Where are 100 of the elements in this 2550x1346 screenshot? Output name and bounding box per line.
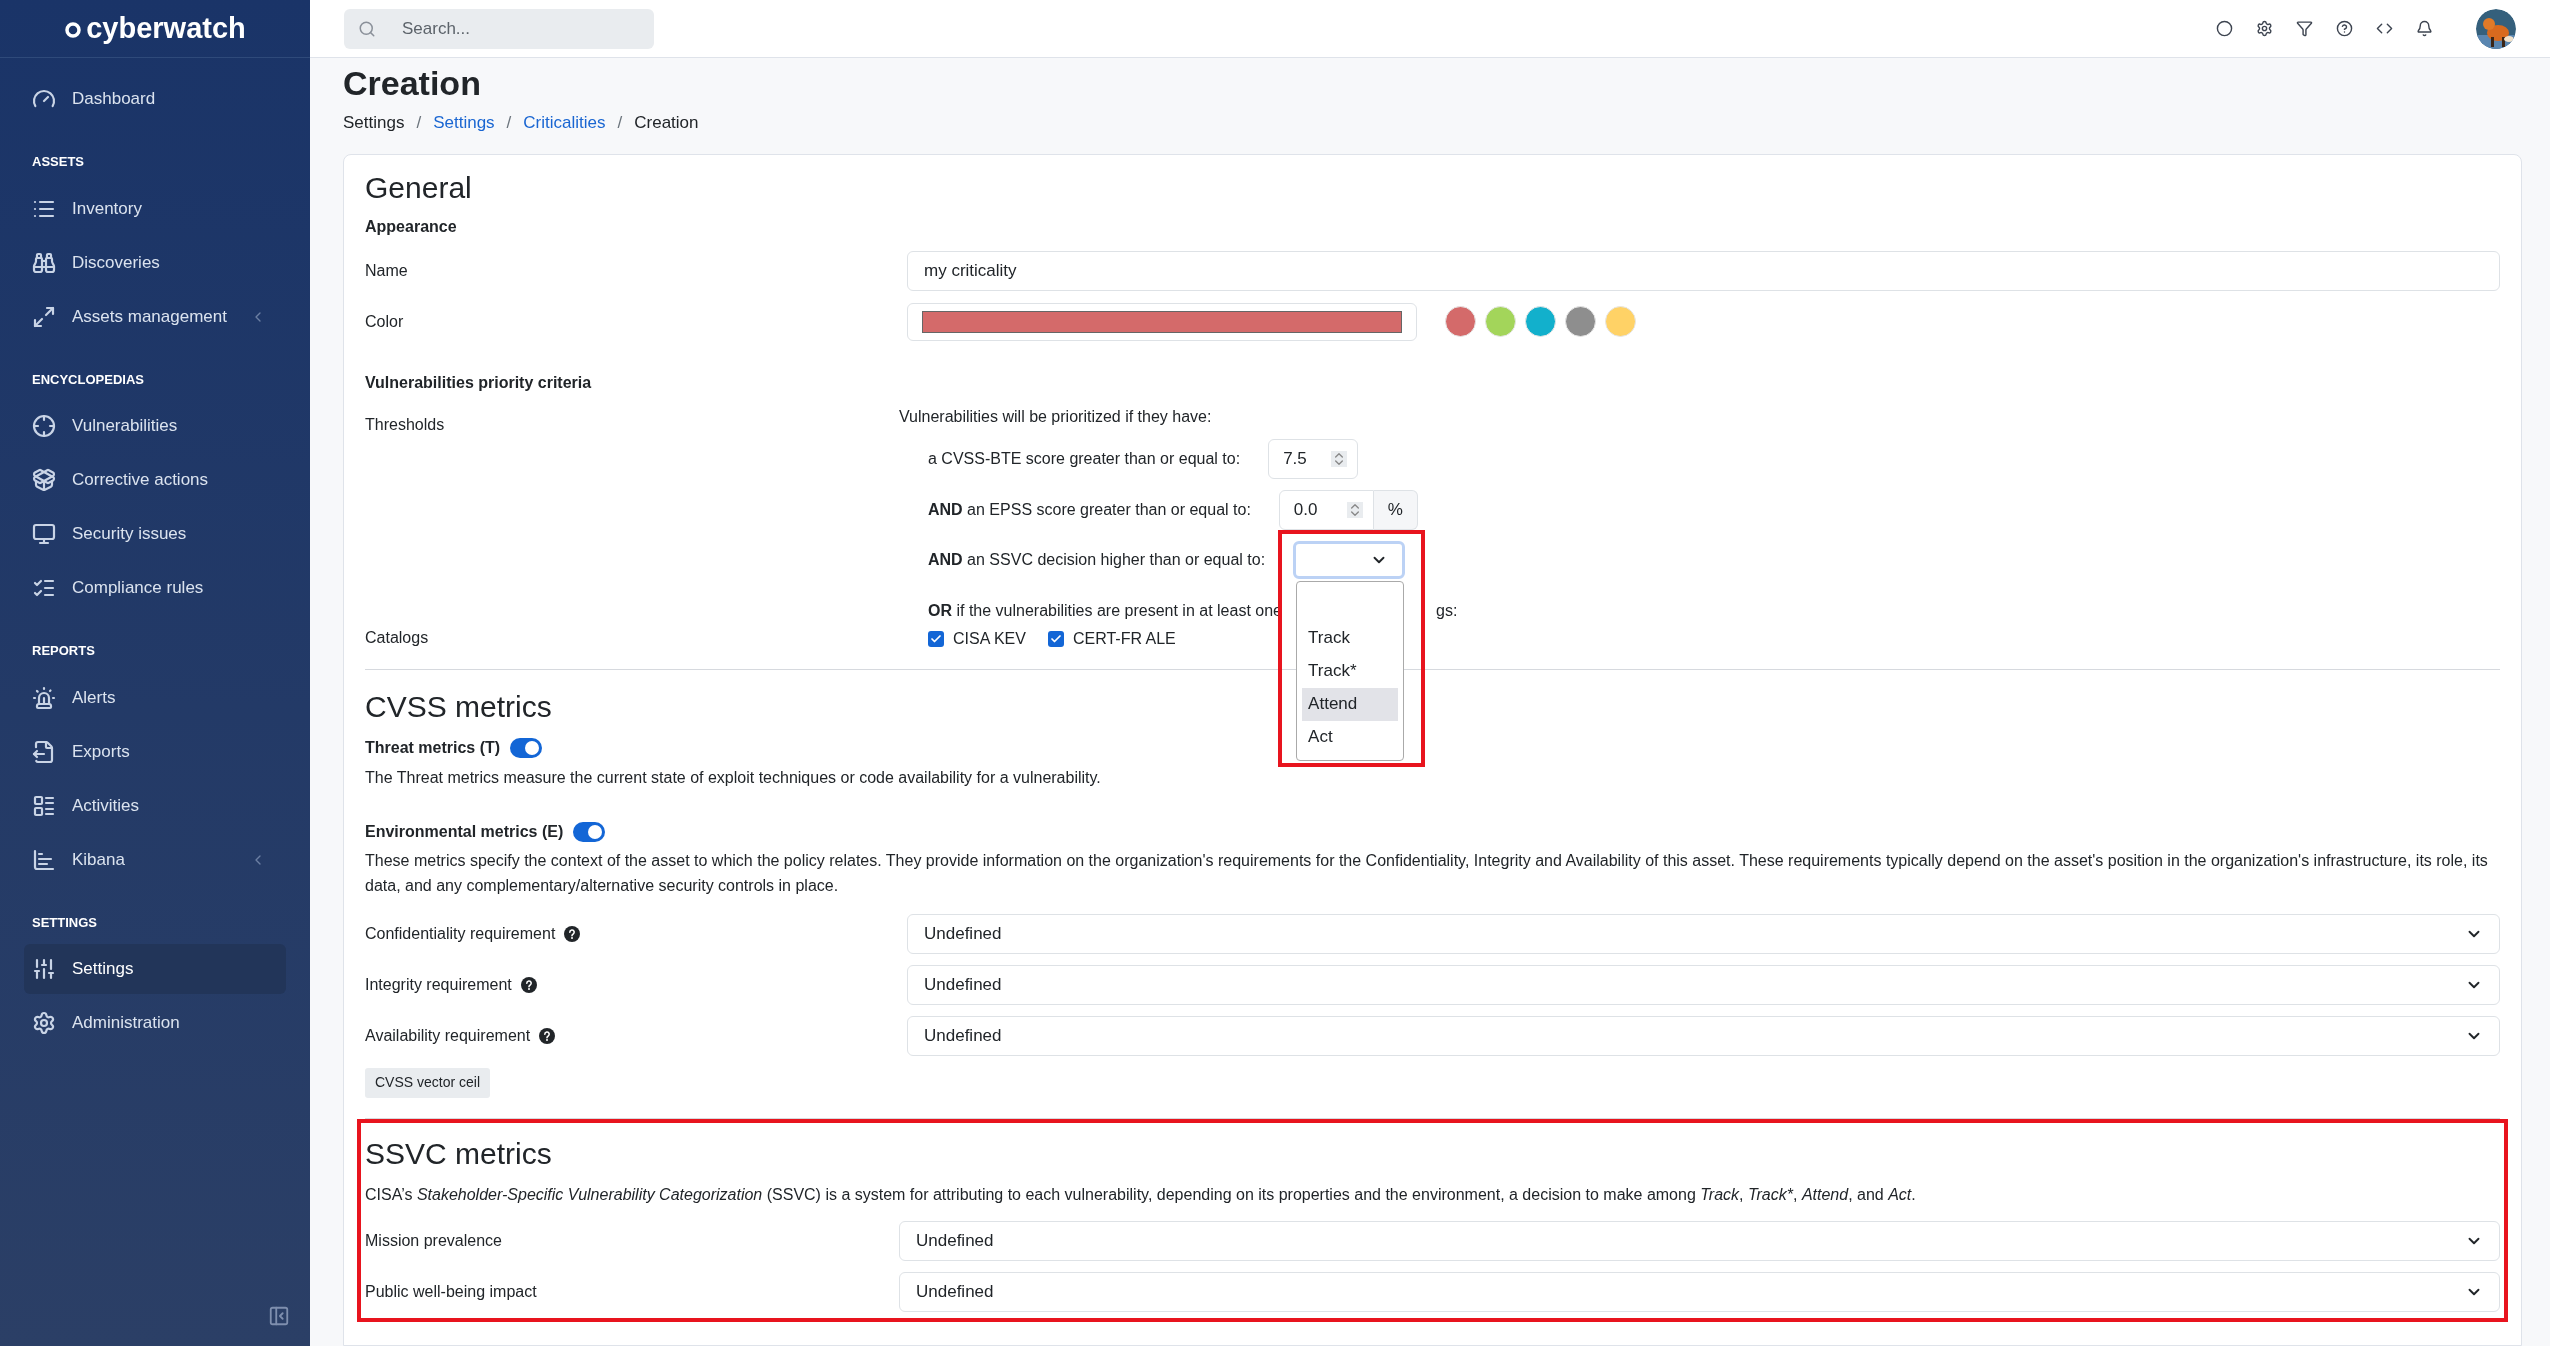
- checkbox[interactable]: [928, 630, 944, 647]
- section-title: SSVC metrics: [365, 1135, 553, 1169]
- subsection-title: Appearance: [365, 216, 458, 237]
- description-text: CISA’s Stakeholder-Specific Vulnerability Categorization (SSVC) is a system for attributing to each vulnerability, depending on its properties and the environment, a decision to make among Track, Track*, Attend, and Act.: [365, 1184, 1917, 1205]
- siren-icon: [32, 685, 56, 710]
- section-title: CVSS metrics: [365, 691, 552, 722]
- subsection-title: Vulnerabilities priority criteria: [365, 372, 593, 393]
- requirement-select[interactable]: Undefined: [907, 913, 2500, 954]
- breadcrumb-separator: /: [506, 112, 512, 134]
- notifications-icon[interactable]: [2416, 20, 2433, 37]
- field-label: Color: [365, 311, 405, 332]
- breadcrumb-link[interactable]: Criticalities: [523, 110, 606, 136]
- logo-icon: [64, 19, 83, 38]
- section-heading: REPORTS: [31, 642, 96, 660]
- help-icon[interactable]: [520, 976, 537, 993]
- unit-addon: %: [1373, 489, 1418, 530]
- target-icon: [32, 414, 56, 438]
- section-title: General: [365, 172, 473, 203]
- diagonal-arrows-icon: [32, 304, 56, 329]
- dropdown-option[interactable]: Attend: [1302, 687, 1399, 721]
- checkbox[interactable]: [1047, 630, 1064, 647]
- filter-icon[interactable]: [2296, 20, 2313, 37]
- help-icon[interactable]: [2336, 20, 2353, 37]
- sidebar-item[interactable]: Corrective actions: [24, 455, 286, 505]
- number-field[interactable]: 7.5: [1268, 438, 1359, 479]
- box-icon: [32, 468, 56, 492]
- sidebar-item[interactable]: Dashboard: [24, 74, 286, 124]
- breadcrumb-separator: /: [617, 112, 623, 134]
- field-label: Availability requirement: [365, 1025, 531, 1046]
- help-icon[interactable]: [539, 1027, 556, 1044]
- color-field[interactable]: [907, 302, 1417, 341]
- intro-text: Vulnerabilities will be prioritized if they have:: [899, 406, 1213, 427]
- gear-icon: [32, 1011, 56, 1035]
- sidebar-item[interactable]: Settings: [24, 944, 286, 994]
- sliders-icon: [32, 957, 56, 981]
- binoculars-icon: [32, 250, 56, 275]
- toggle-label: Threat metrics (T): [365, 737, 501, 758]
- sidebar-item[interactable]: Vulnerabilities: [24, 401, 286, 451]
- sidebar-item[interactable]: Discoveries: [24, 237, 286, 288]
- name-field[interactable]: my criticality: [907, 250, 2500, 291]
- requirement-select[interactable]: Undefined: [907, 1015, 2500, 1056]
- sidebar-item[interactable]: Administration: [24, 998, 286, 1048]
- toggle-switch[interactable]: [510, 737, 543, 758]
- checkbox-label: CISA KEV: [953, 628, 1026, 649]
- field-label: Catalogs: [365, 627, 430, 648]
- breadcrumb-item: Creation: [634, 112, 699, 134]
- collapse-sidebar-icon[interactable]: [268, 1305, 290, 1327]
- help-icon[interactable]: [564, 925, 581, 942]
- ssvc-select[interactable]: Undefined: [899, 1220, 2500, 1261]
- settings-icon[interactable]: [2256, 20, 2273, 37]
- criterion-label: a CVSS-BTE score greater than or equal to:: [928, 448, 1241, 469]
- field-label: Integrity requirement: [365, 974, 512, 995]
- circle-icon[interactable]: [2216, 20, 2233, 37]
- cvss-vector-ceil-button[interactable]: CVSS vector ceil: [365, 1067, 491, 1098]
- requirement-select[interactable]: Undefined: [907, 964, 2500, 1005]
- field-label: Name: [365, 260, 409, 281]
- color-swatch[interactable]: [1525, 306, 1556, 337]
- catalogs-text: gs:: [1436, 600, 1458, 621]
- dropdown-option[interactable]: Act: [1302, 720, 1399, 754]
- color-swatch[interactable]: [1565, 306, 1596, 337]
- sidebar-item[interactable]: Alerts: [24, 672, 286, 723]
- check-icon: [930, 632, 942, 645]
- logo-text: cyberwatch: [86, 14, 246, 43]
- breadcrumb-separator: /: [416, 112, 422, 134]
- field-label: Thresholds: [365, 414, 446, 435]
- toggle-switch[interactable]: [573, 821, 606, 842]
- criterion-label: AND an SSVC decision higher than or equal to:: [928, 549, 1266, 570]
- dropdown-option[interactable]: Track: [1302, 621, 1399, 655]
- section-heading: ENCYCLOPEDIAS: [31, 370, 145, 389]
- color-swatch[interactable]: [1605, 306, 1636, 337]
- list-icon: [32, 793, 56, 818]
- sidebar-item[interactable]: Activities: [24, 780, 286, 831]
- file-export-icon: [32, 739, 56, 764]
- number-field[interactable]: 0.0: [1278, 489, 1374, 530]
- sidebar-item[interactable]: Assets management: [24, 291, 286, 342]
- field-label: Confidentiality requirement: [365, 923, 556, 944]
- criterion-label: AND an EPSS score greater than or equal to:: [928, 499, 1251, 520]
- field-label: Mission prevalence: [365, 1230, 503, 1251]
- description-text: These metrics specify the context of the asset to which the policy relates. They provide information on the organization's requirements for the Confidentiality, Integrity and Availability of this asset. These requirements typically depend on the asset's position in the organization's infrastructure, its role, its data, and any complementary/alternative security controls in place.: [365, 850, 2489, 896]
- color-swatch[interactable]: [1485, 306, 1516, 337]
- section-heading: ASSETS: [31, 153, 85, 171]
- spinner-icon[interactable]: [1331, 450, 1348, 467]
- color-swatch[interactable]: [1445, 306, 1476, 337]
- search-field[interactable]: Search...: [344, 8, 654, 49]
- sidebar-item[interactable]: Compliance rules: [24, 563, 286, 613]
- section-heading: SETTINGS: [31, 913, 98, 932]
- sidebar-item[interactable]: Security issues: [24, 509, 286, 559]
- page-title: Creation: [343, 66, 482, 100]
- ssvc-select[interactable]: Undefined: [899, 1271, 2500, 1312]
- spinner-icon[interactable]: [1346, 501, 1363, 518]
- bar-chart-icon: [32, 847, 56, 872]
- sidebar-item[interactable]: Kibana: [24, 834, 286, 885]
- breadcrumb-item: Settings: [343, 112, 405, 134]
- toggle-label: Environmental metrics (E): [365, 821, 564, 842]
- breadcrumb-link[interactable]: Settings: [433, 110, 495, 136]
- sidebar-item[interactable]: Inventory: [24, 183, 286, 234]
- dropdown-option[interactable]: Track*: [1302, 654, 1399, 688]
- monitor-icon: [32, 522, 56, 546]
- sidebar-item[interactable]: Exports: [24, 726, 286, 777]
- checkbox-label: CERT-FR ALE: [1072, 628, 1176, 649]
